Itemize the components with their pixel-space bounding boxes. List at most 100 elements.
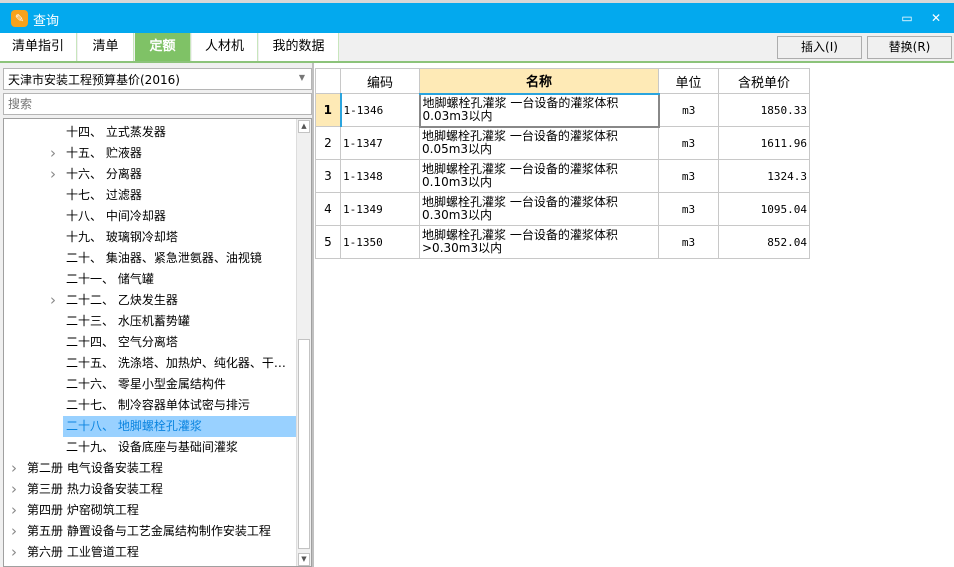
tax-price-cell[interactable]: 1850.33: [718, 93, 810, 127]
maximize-icon[interactable]: ▭: [898, 9, 916, 27]
tax-price-cell[interactable]: 1611.96: [718, 126, 810, 160]
expand-arrow-icon[interactable]: ›: [11, 500, 17, 521]
quota-code-cell[interactable]: 1-1349: [340, 192, 420, 226]
expand-arrow-icon[interactable]: ›: [50, 164, 56, 185]
expand-arrow-icon[interactable]: ›: [11, 458, 17, 479]
tax-price-cell[interactable]: 852.04: [718, 225, 810, 259]
tree-node[interactable]: 二十二、 乙炔发生器: [66, 290, 178, 311]
expand-arrow-icon[interactable]: ›: [11, 479, 17, 500]
quota-code-cell[interactable]: 1-1347: [340, 126, 420, 160]
quota-table: 编码 名称 单位 含税单价 1 1-1346 地脚螺栓孔灌浆 一台设备的灌浆体积0.…: [315, 68, 810, 259]
header-price[interactable]: 含税单价: [718, 68, 810, 94]
tree-node[interactable]: 二十四、 空气分离塔: [66, 332, 178, 353]
header-code[interactable]: 编码: [340, 68, 420, 94]
expand-arrow-icon[interactable]: ›: [11, 542, 17, 563]
tree-node[interactable]: 第四册 炉窑砌筑工程: [27, 500, 139, 521]
tree-node[interactable]: 十四、 立式蒸发器: [66, 122, 166, 143]
scroll-thumb[interactable]: [298, 339, 310, 549]
table-row[interactable]: 3 1-1348 地脚螺栓孔灌浆 一台设备的灌浆体积0.10m3以内 m3 1324.3: [315, 159, 810, 193]
tree-node[interactable]: 二十九、 设备底座与基础间灌浆: [66, 437, 238, 458]
library-select[interactable]: 天津市安装工程预算基价(2016) ▼: [3, 68, 312, 90]
tree-node-label: 二十四、 空气分离塔: [66, 335, 178, 349]
tab-bar: 清单指引 清单 定额 人材机 我的数据 插入(I) 替换(R): [0, 33, 954, 63]
quota-code-cell[interactable]: 1-1348: [340, 159, 420, 193]
tree-node[interactable]: 十八、 中间冷却器: [66, 206, 166, 227]
tree-node[interactable]: 二十七、 制冷容器单体试密与排污: [66, 395, 250, 416]
tree-node-label: 二十八、 地脚螺栓孔灌浆: [66, 419, 202, 433]
tree-node-label: 二十七、 制冷容器单体试密与排污: [66, 398, 250, 412]
tax-price-cell[interactable]: 1095.04: [718, 192, 810, 226]
quota-name-cell[interactable]: 地脚螺栓孔灌浆 一台设备的灌浆体积0.05m3以内: [419, 126, 659, 160]
search-input[interactable]: [3, 93, 312, 115]
tree-node-label: 二十五、 洗涤塔、加热炉、纯化器、干…: [66, 356, 286, 370]
expand-arrow-icon[interactable]: ›: [11, 521, 17, 542]
tree-node-label: 十七、 过滤器: [66, 188, 142, 202]
tree-node-label: 十六、 分离器: [66, 167, 142, 181]
unit-cell[interactable]: m3: [658, 126, 719, 160]
results-panel: 编码 名称 单位 含税单价 1 1-1346 地脚螺栓孔灌浆 一台设备的灌浆体积0.…: [312, 63, 954, 567]
table-row[interactable]: 2 1-1347 地脚螺栓孔灌浆 一台设备的灌浆体积0.05m3以内 m3 1611.9…: [315, 126, 810, 160]
tree-node-label: 十九、 玻璃钢冷却塔: [66, 230, 178, 244]
tab-bill-guide[interactable]: 清单指引: [0, 33, 77, 61]
quota-name-cell[interactable]: 地脚螺栓孔灌浆 一台设备的灌浆体积0.03m3以内: [418, 92, 660, 128]
quota-name-cell[interactable]: 地脚螺栓孔灌浆 一台设备的灌浆体积0.30m3以内: [419, 192, 659, 226]
tab-my-data[interactable]: 我的数据: [259, 33, 339, 61]
tree-node-label: 二十一、 储气罐: [66, 272, 154, 286]
tree-node[interactable]: 第五册 静置设备与工艺金属结构制作安装工程: [27, 521, 271, 542]
insert-button[interactable]: 插入(I): [777, 36, 862, 59]
scroll-up-icon[interactable]: ▲: [298, 120, 310, 133]
table-row[interactable]: 4 1-1349 地脚螺栓孔灌浆 一台设备的灌浆体积0.30m3以内 m3 1095.0…: [315, 192, 810, 226]
replace-button[interactable]: 替换(R): [867, 36, 952, 59]
tab-quota[interactable]: 定额: [135, 33, 191, 61]
tree-node[interactable]: 二十、 集油器、紧急泄氨器、油视镜: [66, 248, 262, 269]
quota-code-cell[interactable]: 1-1350: [340, 225, 420, 259]
table-row[interactable]: 1 1-1346 地脚螺栓孔灌浆 一台设备的灌浆体积0.03m3以内 m3 1850.3…: [315, 92, 810, 128]
tree-node[interactable]: 十九、 玻璃钢冷却塔: [66, 227, 178, 248]
tree-scrollbar[interactable]: ▲ ▼: [296, 119, 311, 566]
tree-node[interactable]: 二十一、 储气罐: [66, 269, 154, 290]
tab-labor-material[interactable]: 人材机: [192, 33, 258, 61]
expand-arrow-icon[interactable]: ›: [11, 563, 17, 566]
app-icon: ✎: [11, 10, 28, 27]
expand-arrow-icon[interactable]: ›: [50, 290, 56, 311]
unit-cell[interactable]: m3: [658, 225, 719, 259]
quota-name-cell[interactable]: 地脚螺栓孔灌浆 一台设备的灌浆体积0.10m3以内: [419, 159, 659, 193]
unit-cell[interactable]: m3: [658, 192, 719, 226]
quota-tree: › 第七册 消防工程 › 第六册 工业管道工程 › 第五册 静置设备与工艺金属结构制作安装…: [3, 118, 312, 567]
expand-arrow-icon[interactable]: ›: [50, 143, 56, 164]
tree-node-label: 第五册 静置设备与工艺金属结构制作安装工程: [27, 524, 271, 538]
title-bar: ✎ 查询 ▭ ✕: [0, 3, 954, 33]
quota-name-cell[interactable]: 地脚螺栓孔灌浆 一台设备的灌浆体积>0.30m3以内: [419, 225, 659, 259]
tree-node[interactable]: 二十三、 水压机蓄势罐: [66, 311, 190, 332]
scroll-down-icon[interactable]: ▼: [298, 553, 310, 566]
header-unit[interactable]: 单位: [658, 68, 719, 94]
row-number-cell[interactable]: 1: [315, 93, 342, 127]
tree-node[interactable]: 十七、 过滤器: [66, 185, 142, 206]
table-row[interactable]: 5 1-1350 地脚螺栓孔灌浆 一台设备的灌浆体积>0.30m3以内 m3 852.0…: [315, 225, 810, 259]
tree-node[interactable]: 二十五、 洗涤塔、加热炉、纯化器、干…: [66, 353, 286, 374]
tree-node[interactable]: 二十六、 零星小型金属结构件: [66, 374, 226, 395]
tree-node[interactable]: 第二册 电气设备安装工程: [27, 458, 163, 479]
tree-node-label: 二十、 集油器、紧急泄氨器、油视镜: [66, 251, 262, 265]
unit-cell[interactable]: m3: [658, 93, 719, 127]
tree-node-label: 二十六、 零星小型金属结构件: [66, 377, 226, 391]
tree-node-label: 二十九、 设备底座与基础间灌浆: [66, 440, 238, 454]
tree-node[interactable]: 第三册 热力设备安装工程: [27, 479, 163, 500]
tree-node[interactable]: 二十八、 地脚螺栓孔灌浆: [63, 416, 297, 437]
tax-price-cell[interactable]: 1324.3: [718, 159, 810, 193]
quota-code-cell[interactable]: 1-1346: [340, 93, 420, 127]
tree-node[interactable]: 第七册 消防工程: [27, 563, 115, 566]
row-number-cell[interactable]: 4: [315, 192, 341, 226]
close-icon[interactable]: ✕: [927, 9, 945, 27]
tree-node[interactable]: 十五、 贮液器: [66, 143, 142, 164]
header-rownum: [315, 68, 341, 94]
header-name[interactable]: 名称: [419, 68, 659, 95]
unit-cell[interactable]: m3: [658, 159, 719, 193]
row-number-cell[interactable]: 5: [315, 225, 341, 259]
tree-node-label: 二十二、 乙炔发生器: [66, 293, 178, 307]
row-number-cell[interactable]: 2: [315, 126, 341, 160]
tree-node[interactable]: 十六、 分离器: [66, 164, 142, 185]
tab-bill[interactable]: 清单: [78, 33, 134, 61]
tree-node[interactable]: 第六册 工业管道工程: [27, 542, 139, 563]
row-number-cell[interactable]: 3: [315, 159, 341, 193]
